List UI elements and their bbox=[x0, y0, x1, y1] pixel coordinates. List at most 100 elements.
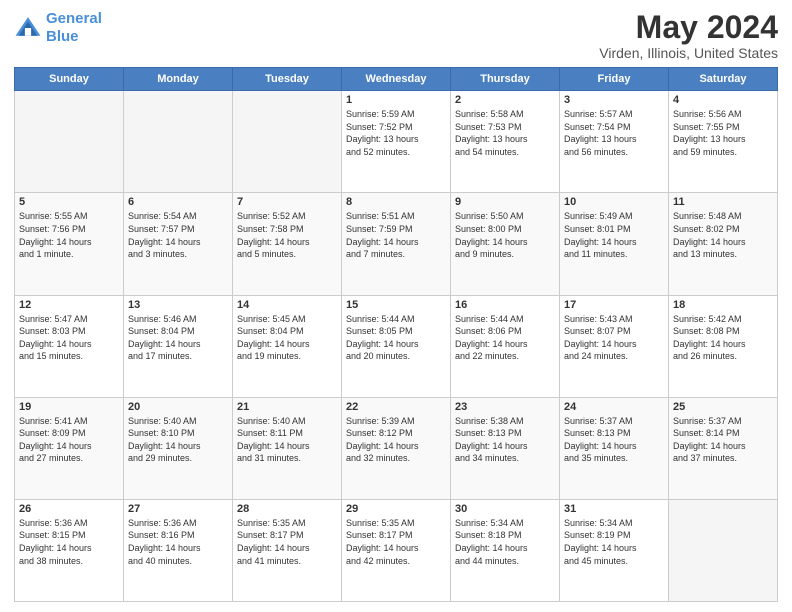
day-number: 6 bbox=[128, 196, 228, 208]
calendar-header-saturday: Saturday bbox=[669, 68, 778, 91]
calendar-cell: 23 Sunrise: 5:38 AM Sunset: 8:13 PM Dayli… bbox=[451, 397, 560, 499]
calendar-cell: 18 Sunrise: 5:42 AM Sunset: 8:08 PM Dayli… bbox=[669, 295, 778, 397]
day-number: 17 bbox=[564, 299, 664, 311]
day-number: 2 bbox=[455, 94, 555, 106]
calendar-header-tuesday: Tuesday bbox=[233, 68, 342, 91]
day-number: 25 bbox=[673, 401, 773, 413]
day-number: 28 bbox=[237, 503, 337, 515]
calendar-cell: 3 Sunrise: 5:57 AM Sunset: 7:54 PM Daylig… bbox=[560, 91, 669, 193]
calendar-cell bbox=[124, 91, 233, 193]
day-info: Sunrise: 5:35 AM Sunset: 8:17 PM Dayligh… bbox=[346, 517, 446, 567]
main-title: May 2024 bbox=[599, 10, 778, 45]
day-info: Sunrise: 5:50 AM Sunset: 8:00 PM Dayligh… bbox=[455, 210, 555, 260]
day-info: Sunrise: 5:35 AM Sunset: 8:17 PM Dayligh… bbox=[237, 517, 337, 567]
day-number: 5 bbox=[19, 196, 119, 208]
calendar-cell: 11Sunrise: 5:48 AM Sunset: 8:02 PM Dayli… bbox=[669, 193, 778, 295]
day-info: Sunrise: 5:40 AM Sunset: 8:10 PM Dayligh… bbox=[128, 415, 228, 465]
day-info: Sunrise: 5:48 AM Sunset: 8:02 PM Dayligh… bbox=[673, 210, 773, 260]
day-number: 20 bbox=[128, 401, 228, 413]
day-info: Sunrise: 5:40 AM Sunset: 8:11 PM Dayligh… bbox=[237, 415, 337, 465]
calendar-cell: 1 Sunrise: 5:59 AM Sunset: 7:52 PM Daylig… bbox=[342, 91, 451, 193]
day-info: Sunrise: 5:52 AM Sunset: 7:58 PM Dayligh… bbox=[237, 210, 337, 260]
day-number: 13 bbox=[128, 299, 228, 311]
day-number: 9 bbox=[455, 196, 555, 208]
day-number: 23 bbox=[455, 401, 555, 413]
calendar-week-2: 5 Sunrise: 5:55 AM Sunset: 7:56 PM Daylig… bbox=[15, 193, 778, 295]
day-info: Sunrise: 5:45 AM Sunset: 8:04 PM Dayligh… bbox=[237, 313, 337, 363]
calendar-cell: 26 Sunrise: 5:36 AM Sunset: 8:15 PM Dayli… bbox=[15, 499, 124, 601]
day-number: 15 bbox=[346, 299, 446, 311]
day-info: Sunrise: 5:57 AM Sunset: 7:54 PM Dayligh… bbox=[564, 108, 664, 158]
day-number: 19 bbox=[19, 401, 119, 413]
page: General Blue May 2024 Virden, Illinois, … bbox=[0, 0, 792, 612]
day-info: Sunrise: 5:47 AM Sunset: 8:03 PM Dayligh… bbox=[19, 313, 119, 363]
calendar-header-sunday: Sunday bbox=[15, 68, 124, 91]
calendar-cell bbox=[669, 499, 778, 601]
calendar-week-1: 1 Sunrise: 5:59 AM Sunset: 7:52 PM Daylig… bbox=[15, 91, 778, 193]
day-info: Sunrise: 5:37 AM Sunset: 8:14 PM Dayligh… bbox=[673, 415, 773, 465]
subtitle: Virden, Illinois, United States bbox=[599, 45, 778, 61]
calendar-table: SundayMondayTuesdayWednesdayThursdayFrid… bbox=[14, 67, 778, 602]
calendar-cell: 12 Sunrise: 5:47 AM Sunset: 8:03 PM Dayli… bbox=[15, 295, 124, 397]
day-info: Sunrise: 5:51 AM Sunset: 7:59 PM Dayligh… bbox=[346, 210, 446, 260]
calendar-body: 1 Sunrise: 5:59 AM Sunset: 7:52 PM Daylig… bbox=[15, 91, 778, 602]
day-number: 29 bbox=[346, 503, 446, 515]
day-info: Sunrise: 5:36 AM Sunset: 8:15 PM Dayligh… bbox=[19, 517, 119, 567]
day-number: 3 bbox=[564, 94, 664, 106]
day-number: 26 bbox=[19, 503, 119, 515]
day-number: 1 bbox=[346, 94, 446, 106]
day-info: Sunrise: 5:38 AM Sunset: 8:13 PM Dayligh… bbox=[455, 415, 555, 465]
calendar-header-row: SundayMondayTuesdayWednesdayThursdayFrid… bbox=[15, 68, 778, 91]
calendar-cell: 30 Sunrise: 5:34 AM Sunset: 8:18 PM Dayli… bbox=[451, 499, 560, 601]
calendar-cell: 31Sunrise: 5:34 AM Sunset: 8:19 PM Dayli… bbox=[560, 499, 669, 601]
calendar-cell: 28 Sunrise: 5:35 AM Sunset: 8:17 PM Dayli… bbox=[233, 499, 342, 601]
logo-blue: Blue bbox=[46, 28, 79, 45]
day-info: Sunrise: 5:59 AM Sunset: 7:52 PM Dayligh… bbox=[346, 108, 446, 158]
calendar-header-friday: Friday bbox=[560, 68, 669, 91]
calendar-cell: 7 Sunrise: 5:52 AM Sunset: 7:58 PM Daylig… bbox=[233, 193, 342, 295]
calendar-cell: 29 Sunrise: 5:35 AM Sunset: 8:17 PM Dayli… bbox=[342, 499, 451, 601]
day-number: 30 bbox=[455, 503, 555, 515]
calendar-cell: 20 Sunrise: 5:40 AM Sunset: 8:10 PM Dayli… bbox=[124, 397, 233, 499]
day-info: Sunrise: 5:36 AM Sunset: 8:16 PM Dayligh… bbox=[128, 517, 228, 567]
calendar-week-5: 26 Sunrise: 5:36 AM Sunset: 8:15 PM Dayli… bbox=[15, 499, 778, 601]
calendar-header-wednesday: Wednesday bbox=[342, 68, 451, 91]
calendar-cell: 8 Sunrise: 5:51 AM Sunset: 7:59 PM Daylig… bbox=[342, 193, 451, 295]
day-info: Sunrise: 5:58 AM Sunset: 7:53 PM Dayligh… bbox=[455, 108, 555, 158]
calendar-cell: 13 Sunrise: 5:46 AM Sunset: 8:04 PM Dayli… bbox=[124, 295, 233, 397]
day-info: Sunrise: 5:37 AM Sunset: 8:13 PM Dayligh… bbox=[564, 415, 664, 465]
day-number: 4 bbox=[673, 94, 773, 106]
calendar-cell: 21Sunrise: 5:40 AM Sunset: 8:11 PM Dayli… bbox=[233, 397, 342, 499]
day-info: Sunrise: 5:34 AM Sunset: 8:18 PM Dayligh… bbox=[455, 517, 555, 567]
day-number: 7 bbox=[237, 196, 337, 208]
day-number: 31 bbox=[564, 503, 664, 515]
day-info: Sunrise: 5:42 AM Sunset: 8:08 PM Dayligh… bbox=[673, 313, 773, 363]
calendar-cell: 19 Sunrise: 5:41 AM Sunset: 8:09 PM Dayli… bbox=[15, 397, 124, 499]
calendar-cell bbox=[15, 91, 124, 193]
day-info: Sunrise: 5:54 AM Sunset: 7:57 PM Dayligh… bbox=[128, 210, 228, 260]
day-info: Sunrise: 5:55 AM Sunset: 7:56 PM Dayligh… bbox=[19, 210, 119, 260]
calendar-cell: 6 Sunrise: 5:54 AM Sunset: 7:57 PM Daylig… bbox=[124, 193, 233, 295]
calendar-week-4: 19 Sunrise: 5:41 AM Sunset: 8:09 PM Dayli… bbox=[15, 397, 778, 499]
day-info: Sunrise: 5:41 AM Sunset: 8:09 PM Dayligh… bbox=[19, 415, 119, 465]
day-number: 24 bbox=[564, 401, 664, 413]
day-info: Sunrise: 5:46 AM Sunset: 8:04 PM Dayligh… bbox=[128, 313, 228, 363]
calendar-cell: 27 Sunrise: 5:36 AM Sunset: 8:16 PM Dayli… bbox=[124, 499, 233, 601]
calendar-cell: 14Sunrise: 5:45 AM Sunset: 8:04 PM Dayli… bbox=[233, 295, 342, 397]
day-number: 8 bbox=[346, 196, 446, 208]
day-info: Sunrise: 5:44 AM Sunset: 8:05 PM Dayligh… bbox=[346, 313, 446, 363]
title-block: May 2024 Virden, Illinois, United States bbox=[599, 10, 778, 61]
calendar-cell: 16Sunrise: 5:44 AM Sunset: 8:06 PM Dayli… bbox=[451, 295, 560, 397]
calendar-cell: 22Sunrise: 5:39 AM Sunset: 8:12 PM Dayli… bbox=[342, 397, 451, 499]
calendar-cell: 15 Sunrise: 5:44 AM Sunset: 8:05 PM Dayli… bbox=[342, 295, 451, 397]
day-number: 12 bbox=[19, 299, 119, 311]
day-number: 18 bbox=[673, 299, 773, 311]
day-number: 27 bbox=[128, 503, 228, 515]
day-info: Sunrise: 5:49 AM Sunset: 8:01 PM Dayligh… bbox=[564, 210, 664, 260]
day-number: 22 bbox=[346, 401, 446, 413]
calendar-cell: 2 Sunrise: 5:58 AM Sunset: 7:53 PM Daylig… bbox=[451, 91, 560, 193]
logo-general: General bbox=[46, 10, 102, 27]
calendar-cell: 5 Sunrise: 5:55 AM Sunset: 7:56 PM Daylig… bbox=[15, 193, 124, 295]
logo: General Blue bbox=[14, 10, 102, 46]
day-number: 10 bbox=[564, 196, 664, 208]
